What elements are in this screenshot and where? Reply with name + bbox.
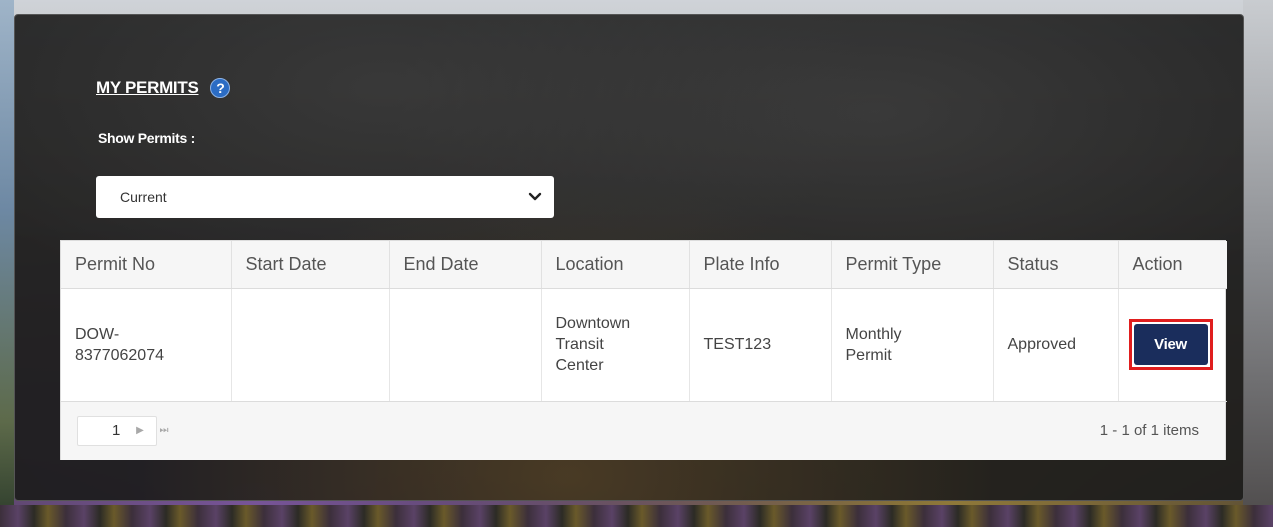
last-page-icon[interactable]: ⏭ [153,425,175,436]
column-header-start-date[interactable]: Start Date [231,241,390,289]
permit-no-part2: 8377062074 [75,346,164,364]
permit-no-part1: DOW- [75,325,120,343]
permit-filter-select[interactable]: Current [96,176,554,218]
location-line3: Center [555,357,604,374]
table-row: DOW- 8377062074 Downtown Transit Center … [61,288,1227,402]
show-permits-label: Show Permits : [98,130,195,146]
help-icon[interactable]: ? [210,78,231,98]
cell-status: Approved [993,288,1119,402]
chevron-down-icon [528,190,542,204]
table-header-row: Permit No Start Date End Date Location P… [61,241,1227,289]
view-button[interactable]: View [1133,324,1208,365]
permit-type-line1: Monthly [845,325,902,343]
background-photo-right [1243,0,1273,527]
pager-controls: 1 ▶ ⏭ [77,415,175,446]
pager: 1 ▶ ⏭ 1 - 1 of 1 items [61,401,1225,460]
cell-plate-info: TEST123 [689,288,832,402]
column-header-location[interactable]: Location [541,241,690,289]
column-header-plate-info[interactable]: Plate Info [689,241,832,289]
column-header-permit-no[interactable]: Permit No [61,241,232,289]
background-photo-left [0,0,14,527]
next-page-icon[interactable]: ▶ [129,425,151,436]
background-photo-bottom [0,505,1273,527]
permit-filter-value: Current [120,189,167,205]
permits-table: Permit No Start Date End Date Location P… [61,241,1227,402]
cell-permit-type: Monthly Permit [831,288,994,402]
pager-info: 1 - 1 of 1 items [1099,422,1199,439]
column-header-status[interactable]: Status [993,241,1119,289]
cell-permit-no: DOW- 8377062074 [61,288,232,402]
column-header-end-date[interactable]: End Date [389,241,542,289]
column-header-permit-type[interactable]: Permit Type [831,241,994,289]
permits-grid: Permit No Start Date End Date Location P… [60,240,1227,460]
cell-action: View [1118,288,1227,402]
column-header-action: Action [1118,241,1227,289]
permit-type-line2: Permit [845,346,892,364]
permits-header: MY PERMITS ? [96,78,231,98]
cell-start-date [231,288,390,402]
location-line2: Transit [555,336,604,353]
cell-end-date [389,288,542,402]
my-permits-title[interactable]: MY PERMITS [96,78,199,98]
cell-location: Downtown Transit Center [541,288,690,402]
view-button-highlight: View [1128,319,1213,370]
location-line1: Downtown [555,315,631,332]
